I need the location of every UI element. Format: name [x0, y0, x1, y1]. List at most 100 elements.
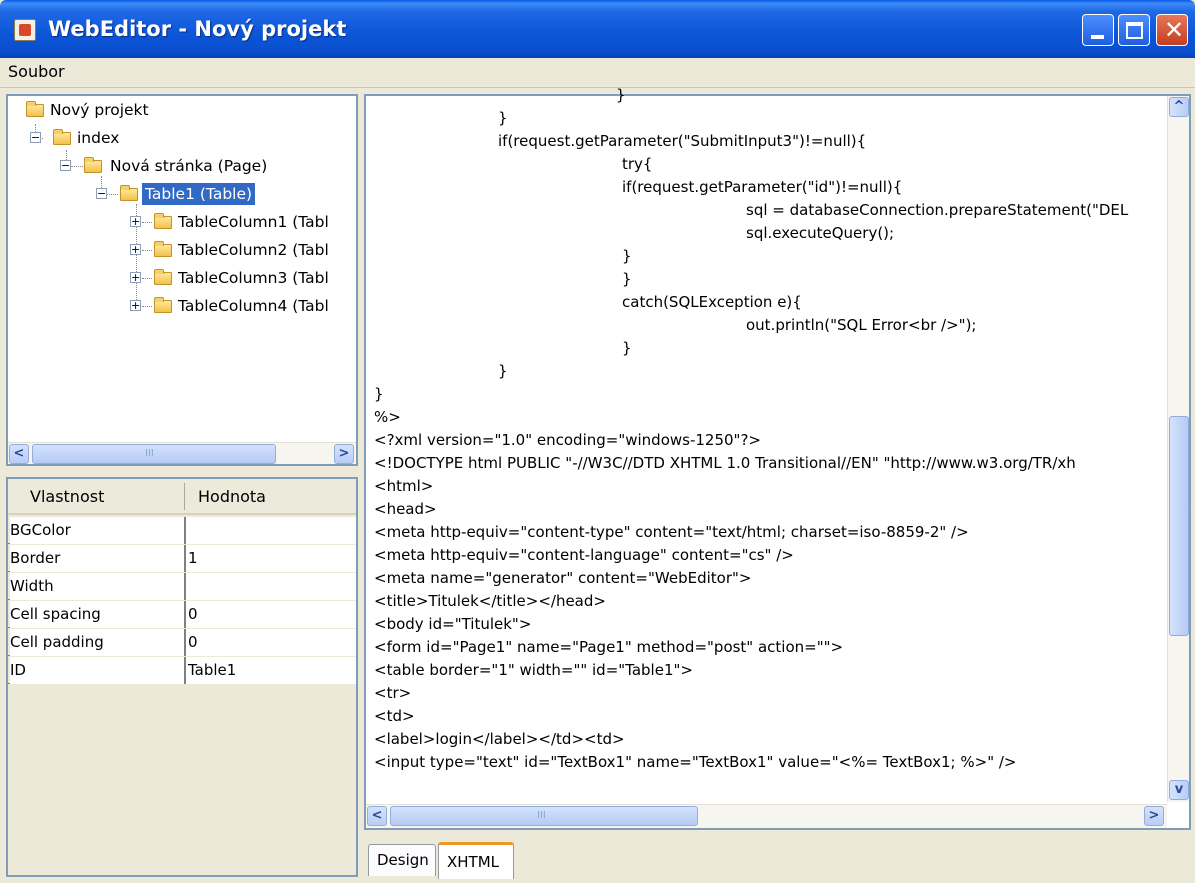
- code-line[interactable]: }: [622, 268, 632, 291]
- scroll-thumb[interactable]: III: [32, 444, 276, 464]
- scroll-left-button[interactable]: <: [9, 444, 29, 464]
- tree-connector: [71, 166, 83, 167]
- code-line[interactable]: sql = databaseConnection.prepareStatemen…: [746, 199, 1128, 222]
- table-row[interactable]: BGColor: [8, 517, 356, 544]
- folder-icon: [154, 241, 172, 257]
- code-line[interactable]: <tr>: [374, 682, 411, 705]
- collapse-toggle[interactable]: −: [60, 160, 71, 171]
- project-tree[interactable]: Nový projekt − index − Nová stránka (Pag…: [6, 94, 358, 466]
- table-row[interactable]: Width: [8, 573, 356, 600]
- table-row[interactable]: ID Table1: [8, 657, 356, 684]
- property-value[interactable]: [186, 573, 356, 600]
- code-line[interactable]: }: [622, 245, 632, 268]
- scroll-grip: III: [145, 448, 154, 459]
- code-line[interactable]: <title>Titulek</title></head>: [374, 590, 606, 613]
- maximize-icon: [1126, 22, 1143, 39]
- java-app-icon[interactable]: [14, 19, 36, 41]
- scroll-thumb[interactable]: III: [390, 806, 698, 826]
- tree-item-label: TableColumn4 (Tabl: [178, 297, 329, 315]
- expand-toggle[interactable]: +: [130, 216, 141, 227]
- close-icon: ✕: [1164, 16, 1185, 44]
- code-line[interactable]: try{: [622, 153, 652, 176]
- tree-item-label: index: [77, 129, 120, 147]
- tree-connector: [142, 278, 152, 279]
- properties-header: Vlastnost Hodnota: [8, 479, 356, 515]
- code-line[interactable]: <head>: [374, 498, 437, 521]
- tab-xhtml[interactable]: XHTML: [438, 842, 514, 879]
- tree-item-label: Table1 (Table): [142, 183, 256, 205]
- property-name: Width: [10, 573, 184, 600]
- folder-icon: [154, 269, 172, 285]
- expand-toggle[interactable]: +: [130, 272, 141, 283]
- tree-item-label: TableColumn2 (Tabl: [178, 241, 329, 259]
- code-line[interactable]: }: [374, 383, 384, 406]
- table-row[interactable]: Border 1: [8, 545, 356, 572]
- tree-item-label: Nový projekt: [50, 101, 149, 119]
- close-button[interactable]: ✕: [1156, 14, 1188, 46]
- table-row[interactable]: Cell spacing 0: [8, 601, 356, 628]
- property-value[interactable]: 0: [186, 629, 356, 656]
- minimize-button[interactable]: [1082, 14, 1114, 46]
- code-line-fragment: }: [616, 86, 626, 104]
- property-name: BGColor: [10, 517, 184, 544]
- tab-design[interactable]: Design: [368, 844, 436, 876]
- scroll-thumb[interactable]: [1169, 416, 1189, 636]
- property-value[interactable]: 0: [186, 601, 356, 628]
- code-line[interactable]: <meta http-equiv="content-language" cont…: [374, 544, 794, 567]
- code-line[interactable]: <html>: [374, 475, 433, 498]
- property-value[interactable]: Table1: [186, 657, 356, 684]
- menu-soubor[interactable]: Soubor: [8, 62, 65, 81]
- property-name: Cell spacing: [10, 601, 184, 628]
- editor-horizontal-scrollbar[interactable]: < III >: [366, 804, 1167, 828]
- collapse-toggle[interactable]: −: [96, 188, 107, 199]
- code-line[interactable]: <label>login</label></td><td>: [374, 728, 625, 751]
- folder-icon: [120, 185, 138, 201]
- code-line[interactable]: <input type="text" id="TextBox1" name="T…: [374, 751, 1017, 774]
- column-header-hodnota[interactable]: Hodnota: [198, 487, 266, 506]
- property-value[interactable]: [186, 517, 356, 544]
- code-line[interactable]: catch(SQLException e){: [622, 291, 802, 314]
- tree-connector: [142, 250, 152, 251]
- code-line[interactable]: out.println("SQL Error<br />");: [746, 314, 976, 337]
- code-line[interactable]: <!DOCTYPE html PUBLIC "-//W3C//DTD XHTML…: [374, 452, 1076, 475]
- scroll-down-button[interactable]: v: [1169, 780, 1189, 800]
- code-line[interactable]: }: [622, 337, 632, 360]
- table-row[interactable]: Cell padding 0: [8, 629, 356, 656]
- property-name: ID: [10, 657, 184, 684]
- scroll-right-button[interactable]: >: [334, 444, 354, 464]
- expand-toggle[interactable]: +: [130, 244, 141, 255]
- code-line[interactable]: if(request.getParameter("SubmitInput3")!…: [498, 130, 866, 153]
- tree-item-label: TableColumn1 (Tabl: [178, 213, 329, 231]
- code-line[interactable]: sql.executeQuery();: [746, 222, 894, 245]
- tree-item-label: TableColumn3 (Tabl: [178, 269, 329, 287]
- code-line[interactable]: if(request.getParameter("id")!=null){: [622, 176, 902, 199]
- code-line[interactable]: <body id="Titulek">: [374, 613, 531, 636]
- code-line[interactable]: }: [498, 360, 508, 383]
- scroll-left-button[interactable]: <: [367, 806, 387, 826]
- collapse-toggle[interactable]: −: [30, 132, 41, 143]
- folder-icon: [26, 101, 44, 117]
- code-editor[interactable]: } } if(request.getParameter("SubmitInput…: [364, 86, 1191, 830]
- code-line[interactable]: <?xml version="1.0" encoding="windows-12…: [374, 429, 761, 452]
- tree-horizontal-scrollbar[interactable]: < III >: [8, 442, 356, 464]
- code-line[interactable]: <table border="1" width="" id="Table1">: [374, 659, 693, 682]
- code-line[interactable]: %>: [374, 406, 401, 429]
- properties-table[interactable]: Vlastnost Hodnota BGColor Border 1 Width…: [6, 477, 358, 877]
- property-name: Cell padding: [10, 629, 184, 656]
- code-line[interactable]: <form id="Page1" name="Page1" method="po…: [374, 636, 843, 659]
- code-line[interactable]: <meta name="generator" content="WebEdito…: [374, 567, 751, 590]
- code-line[interactable]: <meta http-equiv="content-type" content=…: [374, 521, 969, 544]
- editor-vertical-scrollbar[interactable]: ^ v: [1167, 96, 1189, 802]
- property-name: Border: [10, 545, 184, 572]
- scroll-up-button[interactable]: ^: [1169, 97, 1189, 117]
- column-header-vlastnost[interactable]: Vlastnost: [30, 487, 104, 506]
- title-bar[interactable]: WebEditor - Nový projekt ✕: [0, 0, 1195, 58]
- property-value[interactable]: 1: [186, 545, 356, 572]
- scroll-grip: III: [537, 810, 546, 821]
- tree-connector: [142, 222, 152, 223]
- scroll-right-button[interactable]: >: [1144, 806, 1164, 826]
- maximize-button[interactable]: [1118, 14, 1150, 46]
- code-line[interactable]: }: [498, 107, 508, 130]
- code-line[interactable]: <td>: [374, 705, 415, 728]
- expand-toggle[interactable]: +: [130, 300, 141, 311]
